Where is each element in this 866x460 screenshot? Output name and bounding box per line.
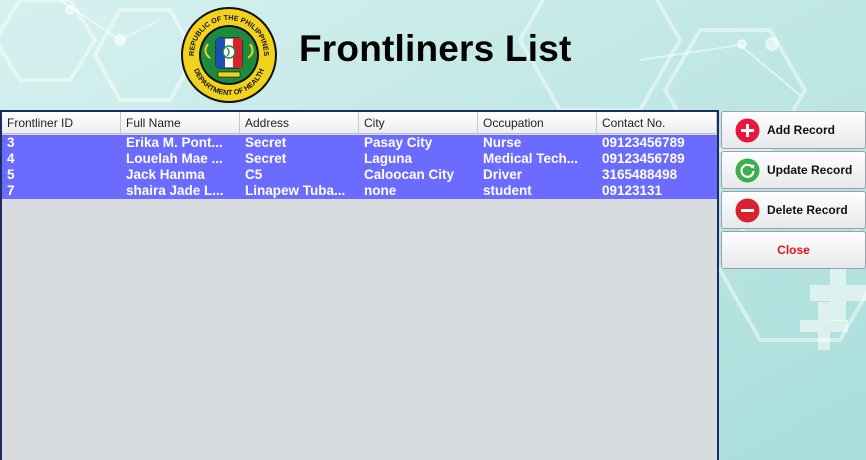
table-header: Frontliner ID Full Name Address City Occ…: [2, 112, 717, 134]
table-row[interactable]: 7 shaira Jade L... Linapew Tuba... none …: [2, 183, 717, 199]
table-row[interactable]: 5 Jack Hanma C5 Caloocan City Driver 316…: [2, 167, 717, 183]
cell-occupation: Nurse: [483, 135, 522, 150]
minus-circle-icon: [735, 198, 760, 222]
cell-contact: 09123456789: [602, 135, 685, 150]
cell-city: none: [364, 183, 397, 198]
refresh-circle-icon: [735, 158, 760, 182]
table-row[interactable]: 3 Erika M. Pont... Secret Pasay City Nur…: [2, 135, 717, 151]
cell-address: C5: [245, 167, 263, 182]
column-header-address[interactable]: Address: [240, 112, 359, 134]
plus-circle-icon: [735, 118, 760, 142]
cell-address: Secret: [245, 151, 287, 166]
close-label: Close: [777, 243, 810, 257]
column-header-id[interactable]: Frontliner ID: [2, 112, 121, 134]
cell-id: 7: [7, 183, 15, 198]
cell-city: Laguna: [364, 151, 413, 166]
add-record-button[interactable]: Add Record: [721, 111, 866, 149]
column-header-contact[interactable]: Contact No.: [597, 112, 717, 134]
cell-occupation: student: [483, 183, 532, 198]
delete-record-button[interactable]: Delete Record: [721, 191, 866, 229]
frontliners-table[interactable]: Frontliner ID Full Name Address City Occ…: [0, 110, 719, 460]
add-record-label: Add Record: [767, 123, 836, 137]
cell-contact: 09123131: [602, 183, 663, 198]
cell-id: 5: [7, 167, 15, 182]
update-record-label: Update Record: [767, 163, 853, 177]
table-body: 3 Erika M. Pont... Secret Pasay City Nur…: [2, 135, 717, 199]
cell-contact: 3165488498: [602, 167, 678, 182]
column-header-full-name[interactable]: Full Name: [121, 112, 240, 134]
cell-city: Caloocan City: [364, 167, 455, 182]
cell-full-name: shaira Jade L...: [126, 183, 224, 198]
column-header-city[interactable]: City: [359, 112, 478, 134]
cell-full-name: Louelah Mae ...: [126, 151, 223, 166]
cell-address: Secret: [245, 135, 287, 150]
table-row[interactable]: 4 Louelah Mae ... Secret Laguna Medical …: [2, 151, 717, 167]
cell-occupation: Medical Tech...: [483, 151, 579, 166]
cell-full-name: Jack Hanma: [126, 167, 205, 182]
doh-seal-logo: REPUBLIC OF THE PHILIPPINES DEPARTMENT O…: [181, 7, 277, 103]
cell-id: 4: [7, 151, 15, 166]
cell-id: 3: [7, 135, 15, 150]
update-record-button[interactable]: Update Record: [721, 151, 866, 189]
column-header-occupation[interactable]: Occupation: [478, 112, 597, 134]
delete-record-label: Delete Record: [767, 203, 848, 217]
cell-city: Pasay City: [364, 135, 433, 150]
cell-address: Linapew Tuba...: [245, 183, 346, 198]
cell-contact: 09123456789: [602, 151, 685, 166]
cell-full-name: Erika M. Pont...: [126, 135, 223, 150]
page-title: Frontliners List: [299, 28, 572, 69]
cell-occupation: Driver: [483, 167, 523, 182]
close-button[interactable]: Close: [721, 231, 866, 269]
